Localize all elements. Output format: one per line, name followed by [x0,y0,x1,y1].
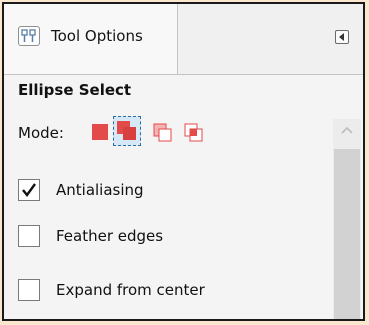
mode-add-icon [117,121,136,140]
tab-bar: Tool Options [4,4,363,75]
expand-from-center-checkbox[interactable] [18,279,40,301]
panel-menu-arrow-icon[interactable] [335,30,349,44]
tool-options-content: Ellipse Select Mode: Antialiasing Feathe… [4,75,363,319]
mode-subtract-button[interactable] [152,122,172,142]
tab-tool-options[interactable]: Tool Options [4,4,178,74]
feather-edges-label: Feather edges [56,227,164,245]
tab-label: Tool Options [51,27,143,45]
checkmark-icon [22,183,36,197]
feather-edges-checkbox[interactable] [18,225,40,247]
antialiasing-checkbox[interactable] [18,179,40,201]
scrollbar-thumb[interactable] [334,149,360,319]
mode-label: Mode: [18,124,64,142]
mode-replace-button[interactable] [90,122,110,142]
scroll-up-arrow-icon[interactable] [340,123,354,139]
expand-from-center-label: Expand from center [56,281,205,299]
mode-add-button[interactable] [113,116,141,146]
mode-intersect-icon [184,123,203,142]
mode-subtract-icon [153,123,172,142]
tool-options-icon [18,26,40,46]
mode-intersect-button[interactable] [183,122,203,142]
antialiasing-label: Antialiasing [56,181,144,199]
tool-title: Ellipse Select [18,81,132,99]
mode-replace-icon [92,124,108,140]
vertical-scrollbar[interactable] [333,119,361,319]
tool-options-panel: Tool Options Ellipse Select Mode: Antial… [2,2,365,321]
